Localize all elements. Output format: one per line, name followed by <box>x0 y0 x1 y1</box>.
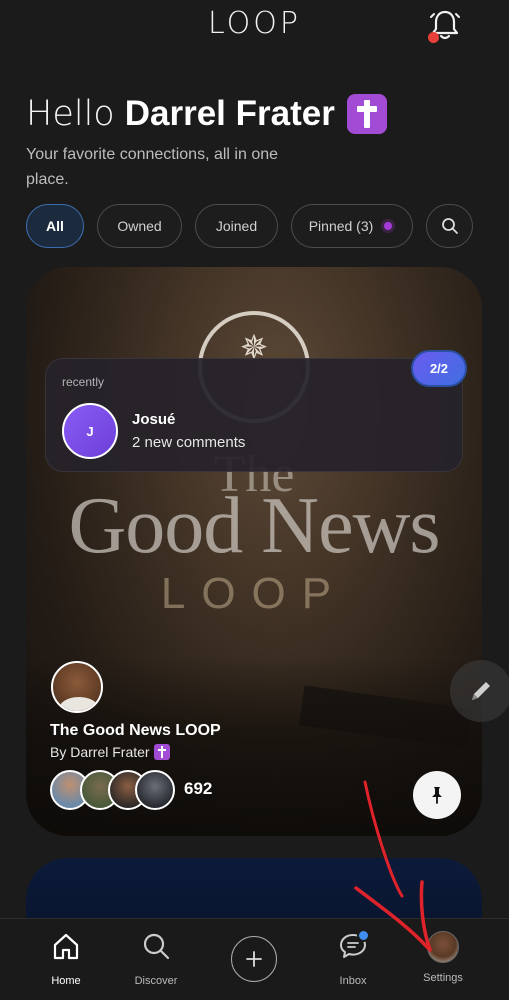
search-icon <box>143 933 170 960</box>
nav-home-label: Home <box>51 975 81 987</box>
member-avatars[interactable] <box>50 770 180 812</box>
inbox-unread-dot <box>357 929 370 942</box>
owner-avatar[interactable] <box>51 661 103 713</box>
recent-message: 2 new comments <box>132 434 246 451</box>
filter-chips: All Owned Joined Pinned (3) <box>26 204 473 250</box>
bottom-nav: Home Discover Inbox Settings <box>0 918 509 1000</box>
pin-button[interactable] <box>413 771 461 819</box>
pushpin-icon <box>432 787 442 804</box>
pinned-dot-icon <box>381 219 396 233</box>
search-icon <box>441 218 458 234</box>
member-count: 692 <box>184 779 213 798</box>
settings-avatar <box>427 931 459 963</box>
create-button[interactable] <box>231 936 277 982</box>
recent-user-name: Josué <box>132 411 176 428</box>
nav-discover[interactable]: Discover <box>116 931 196 987</box>
greeting-subtitle: Your favorite connections, all in one pl… <box>26 146 279 188</box>
filter-pinned[interactable]: Pinned (3) <box>291 204 413 248</box>
pencil-icon <box>472 682 490 700</box>
filter-owned[interactable]: Owned <box>97 204 182 248</box>
user-name: Darrel Frater <box>124 94 335 133</box>
recent-label: recently <box>62 375 105 389</box>
greeting-heading: Hello Darrel Frater <box>26 94 387 134</box>
nav-inbox-label: Inbox <box>339 975 367 987</box>
nav-discover-label: Discover <box>134 975 178 987</box>
cross-emoji-icon <box>346 94 387 134</box>
recent-counter-badge[interactable]: 2/2 <box>411 350 467 387</box>
cover-text-good-news: Good News <box>68 482 441 570</box>
home-icon <box>53 933 79 960</box>
edit-button[interactable] <box>450 660 509 722</box>
filter-joined[interactable]: Joined <box>195 204 278 248</box>
loop-owner: By Darrel Frater <box>50 744 170 760</box>
plus-icon <box>246 951 262 967</box>
nav-home[interactable]: Home <box>26 931 106 987</box>
loop-title[interactable]: The Good News LOOP <box>50 722 221 740</box>
recent-avatar: J <box>62 403 118 459</box>
notification-dot <box>428 32 439 43</box>
member-avatar <box>135 770 175 810</box>
nav-inbox[interactable]: Inbox <box>313 931 393 987</box>
nav-settings-label: Settings <box>423 972 463 984</box>
top-bar: LOOP <box>0 0 509 56</box>
filter-pinned-label: Pinned (3) <box>308 218 374 234</box>
cover-text-loop: LOOP <box>160 569 348 618</box>
cross-emoji-icon <box>153 744 170 760</box>
recent-activity-card[interactable]: recently J Josué 2 new comments <box>45 358 463 472</box>
nav-settings[interactable]: Settings <box>403 931 483 984</box>
greeting-hello: Hello <box>26 94 115 134</box>
search-button[interactable] <box>426 204 473 248</box>
loop-owner-text: By Darrel Frater <box>50 744 150 760</box>
filter-all[interactable]: All <box>26 204 84 248</box>
